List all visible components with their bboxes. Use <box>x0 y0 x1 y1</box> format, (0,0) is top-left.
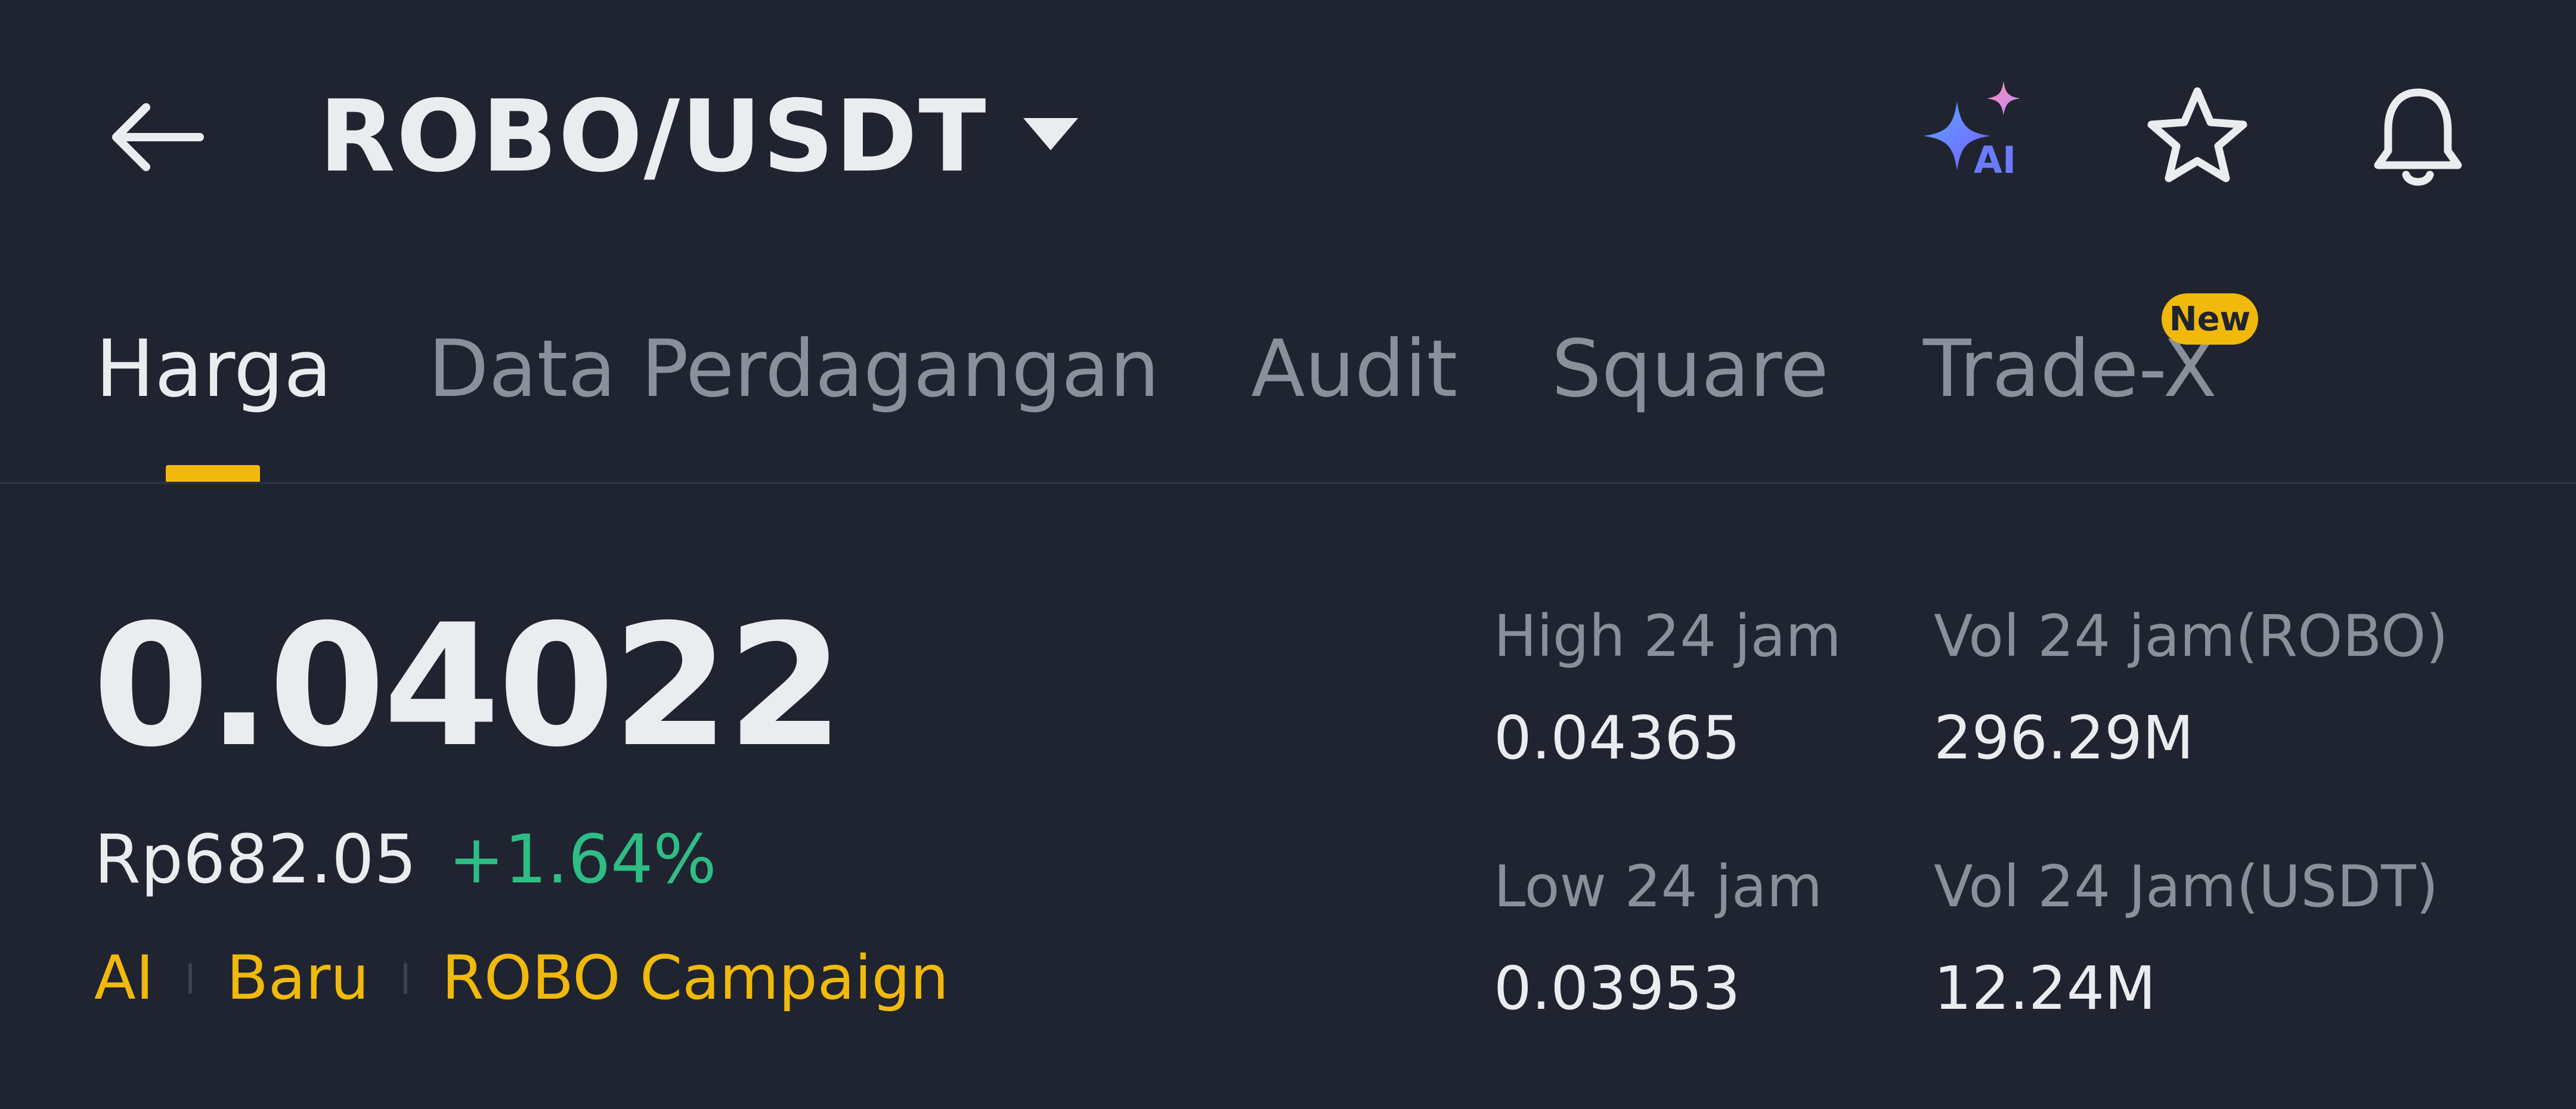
pair-selector[interactable]: ROBO/USDT <box>319 72 1078 203</box>
vol-24h-quote-label: Vol 24 Jam(USDT) <box>1934 853 2439 920</box>
tag-separator <box>403 963 407 995</box>
alerts-button[interactable] <box>2358 78 2478 197</box>
top-bar: ROBO/USDT AI <box>0 0 2576 262</box>
arrow-left-icon <box>112 103 204 171</box>
tag-separator <box>188 963 192 995</box>
star-icon <box>2147 87 2247 182</box>
back-button[interactable] <box>95 78 215 197</box>
tab-audit[interactable]: Audit <box>1251 322 1457 416</box>
pair-title: ROBO/USDT <box>319 79 987 194</box>
low-24h-label: Low 24 jam <box>1494 853 1823 920</box>
price-change-percent: +1.64% <box>448 821 717 899</box>
low-24h-value: 0.03953 <box>1494 953 1741 1023</box>
tab-square[interactable]: Square <box>1552 322 1829 416</box>
tag-list: AI Baru ROBO Campaign <box>94 942 949 1015</box>
last-price: 0.04022 <box>92 588 844 784</box>
active-tab-indicator <box>166 465 260 483</box>
tab-harga[interactable]: Harga <box>95 322 332 416</box>
tab-data-perdagangan[interactable]: Data Perdagangan <box>428 322 1160 416</box>
tag-robo-campaign[interactable]: ROBO Campaign <box>442 942 949 1015</box>
new-badge: New <box>2162 293 2258 345</box>
vol-24h-quote-value: 12.24M <box>1934 953 2156 1023</box>
high-24h-value: 0.04365 <box>1494 703 1741 773</box>
tag-baru[interactable]: Baru <box>227 942 369 1015</box>
tag-ai[interactable]: AI <box>94 942 154 1015</box>
caret-down-icon <box>1023 118 1078 150</box>
ai-sparkle-icon: AI <box>1924 81 2020 182</box>
divider <box>0 482 2576 484</box>
vol-24h-base-value: 296.29M <box>1934 703 2194 773</box>
ai-badge-text: AI <box>1974 138 2016 182</box>
bell-icon <box>2374 88 2462 186</box>
favorite-button[interactable] <box>2138 78 2257 197</box>
high-24h-label: High 24 jam <box>1494 603 1841 670</box>
price-idr: Rp682.05 <box>94 821 417 899</box>
vol-24h-base-label: Vol 24 jam(ROBO) <box>1934 603 2448 670</box>
ai-button[interactable]: AI <box>1914 78 2033 197</box>
